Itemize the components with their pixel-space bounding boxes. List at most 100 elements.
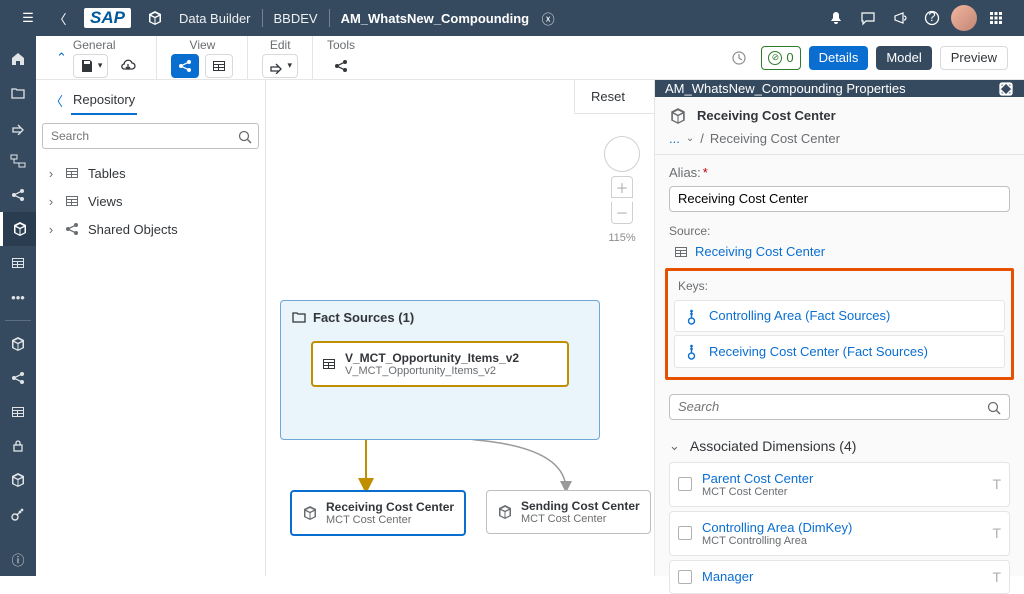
assoc-name-link[interactable]: Parent Cost Center [702, 471, 982, 486]
row-checkbox[interactable] [678, 526, 692, 540]
menu-icon[interactable]: ☰ [12, 2, 44, 34]
props-breadcrumb-leaf: Receiving Cost Center [710, 131, 840, 146]
type-icon: T [992, 569, 1001, 585]
help-icon[interactable] [916, 2, 948, 34]
rail-icon[interactable] [0, 178, 36, 212]
model-canvas[interactable]: Reset ＋ － 115% Fact Sources (1) [266, 80, 654, 576]
assoc-dim-row: Parent Cost CenterMCT Cost Center T [669, 462, 1010, 507]
fact-node-subtitle: V_MCT_Opportunity_Items_v2 [345, 365, 519, 377]
grid-view-button[interactable] [205, 54, 233, 78]
group-label: General [73, 38, 116, 52]
assoc-dim-row: Manager T [669, 560, 1010, 594]
zoom-in-button[interactable]: ＋ [611, 176, 633, 198]
feedback-icon[interactable] [852, 2, 884, 34]
rail-icon[interactable] [0, 144, 36, 178]
row-checkbox[interactable] [678, 570, 692, 584]
type-icon: T [992, 476, 1001, 492]
dim-node-receiving[interactable]: Receiving Cost Center MCT Cost Center [290, 490, 466, 536]
product-switch-icon[interactable] [139, 2, 171, 34]
breadcrumb-item[interactable]: AM_WhatsNew_Compounding [333, 7, 538, 30]
rail-icon[interactable] [0, 246, 36, 280]
notification-icon[interactable] [820, 2, 852, 34]
fact-node[interactable]: V_MCT_Opportunity_Items_v2 V_MCT_Opportu… [311, 341, 569, 387]
rail-icon[interactable] [0, 497, 36, 531]
editor-toolbar: ⌃ General ▾ View Edit ▾ Tools [36, 36, 1024, 80]
assoc-dim-header: Associated Dimensions (4) [690, 438, 857, 454]
alias-label: Alias: [669, 165, 701, 180]
model-button[interactable]: Model [876, 46, 931, 70]
tree-item-tables[interactable]: ›Tables [40, 159, 261, 187]
fact-sources-group[interactable]: Fact Sources (1) V_MCT_Opportunity_Items… [280, 300, 600, 440]
rail-info-icon[interactable]: ⓘ [0, 542, 36, 576]
rail-icon[interactable] [0, 76, 36, 110]
rail-data-builder-icon[interactable] [0, 212, 36, 246]
repo-search-input[interactable] [42, 123, 259, 149]
rail-icon[interactable] [0, 395, 36, 429]
edit-menu-button[interactable]: ▾ [262, 54, 298, 78]
apps-grid-icon[interactable] [980, 2, 1012, 34]
row-checkbox[interactable] [678, 477, 692, 491]
rail-icon[interactable] [0, 327, 36, 361]
rail-icon[interactable] [0, 361, 36, 395]
deploy-button[interactable] [114, 54, 142, 78]
key-item[interactable]: Receiving Cost Center (Fact Sources) [674, 335, 1005, 368]
dim-node-title: Receiving Cost Center [326, 500, 454, 514]
preview-button[interactable]: Preview [940, 46, 1008, 70]
rail-icon[interactable] [0, 463, 36, 497]
entity-title: Receiving Cost Center [697, 108, 836, 123]
zoom-out-button[interactable]: － [611, 202, 633, 224]
back-button[interactable]: 〈 [44, 2, 76, 34]
dim-node-subtitle: MCT Cost Center [326, 514, 454, 526]
dim-node-sending[interactable]: Sending Cost Center MCT Cost Center [486, 490, 651, 534]
collapse-repo-icon[interactable]: 〈 [50, 91, 63, 110]
properties-panel: AM_WhatsNew_Compounding Properties Recei… [654, 80, 1024, 576]
breadcrumb-item[interactable]: BBDEV [266, 7, 326, 30]
graph-view-button[interactable] [171, 54, 199, 78]
save-button[interactable]: ▾ [73, 54, 109, 78]
history-icon[interactable] [725, 46, 753, 70]
search-icon [986, 400, 1002, 417]
announce-icon[interactable] [884, 2, 916, 34]
collapse-toolbar-icon[interactable]: ⌃ [56, 50, 67, 66]
avatar[interactable] [948, 2, 980, 34]
fact-node-title: V_MCT_Opportunity_Items_v2 [345, 351, 519, 365]
group-label: Tools [327, 38, 355, 52]
dim-node-subtitle: MCT Cost Center [521, 513, 640, 525]
tools-button[interactable] [327, 54, 355, 78]
repository-panel: 〈 Repository ›Tables ›Views ›Shared Obje… [36, 80, 266, 576]
props-search-input[interactable] [669, 394, 1010, 420]
breadcrumb-item[interactable]: Data Builder [171, 7, 259, 30]
key-item[interactable]: Controlling Area (Fact Sources) [674, 300, 1005, 333]
rail-home-icon[interactable] [0, 42, 36, 76]
collapse-section-icon[interactable]: ⌄ [669, 438, 680, 454]
search-icon [237, 128, 253, 145]
pan-control[interactable] [604, 136, 640, 172]
status-pill[interactable]: ⊘0 [761, 46, 800, 70]
fact-group-title: Fact Sources (1) [313, 310, 414, 325]
dim-node-title: Sending Cost Center [521, 499, 640, 513]
alias-input[interactable] [669, 186, 1010, 212]
source-link[interactable]: Receiving Cost Center [669, 244, 1010, 260]
expand-panel-icon[interactable] [998, 80, 1014, 97]
assoc-name-link[interactable]: Manager [702, 569, 982, 584]
keys-label: Keys: [674, 277, 1005, 297]
source-label: Source: [669, 224, 1010, 238]
keys-highlight-box: Keys: Controlling Area (Fact Sources) Re… [665, 268, 1014, 380]
repository-tab[interactable]: Repository [71, 86, 137, 115]
group-label: View [190, 38, 216, 52]
rail-more-icon[interactable]: ••• [0, 280, 36, 314]
rail-lock-icon[interactable] [0, 429, 36, 463]
rail-icon[interactable] [0, 110, 36, 144]
assoc-name-link[interactable]: Controlling Area (DimKey) [702, 520, 982, 535]
tree-item-shared[interactable]: ›Shared Objects [40, 215, 261, 243]
group-label: Edit [270, 38, 291, 52]
assoc-dim-row: Controlling Area (DimKey)MCT Controlling… [669, 511, 1010, 556]
shellbar: ☰ 〈 SAP Data Builder BBDEV AM_WhatsNew_C… [0, 0, 1024, 36]
props-breadcrumb-root[interactable]: ... [669, 131, 680, 146]
close-tab-icon[interactable]: ⓧ [537, 2, 559, 34]
tree-item-views[interactable]: ›Views [40, 187, 261, 215]
zoom-level: 115% [608, 232, 635, 244]
details-button[interactable]: Details [809, 46, 869, 70]
reset-view-button[interactable]: Reset [574, 80, 654, 114]
sap-logo: SAP [84, 8, 131, 28]
